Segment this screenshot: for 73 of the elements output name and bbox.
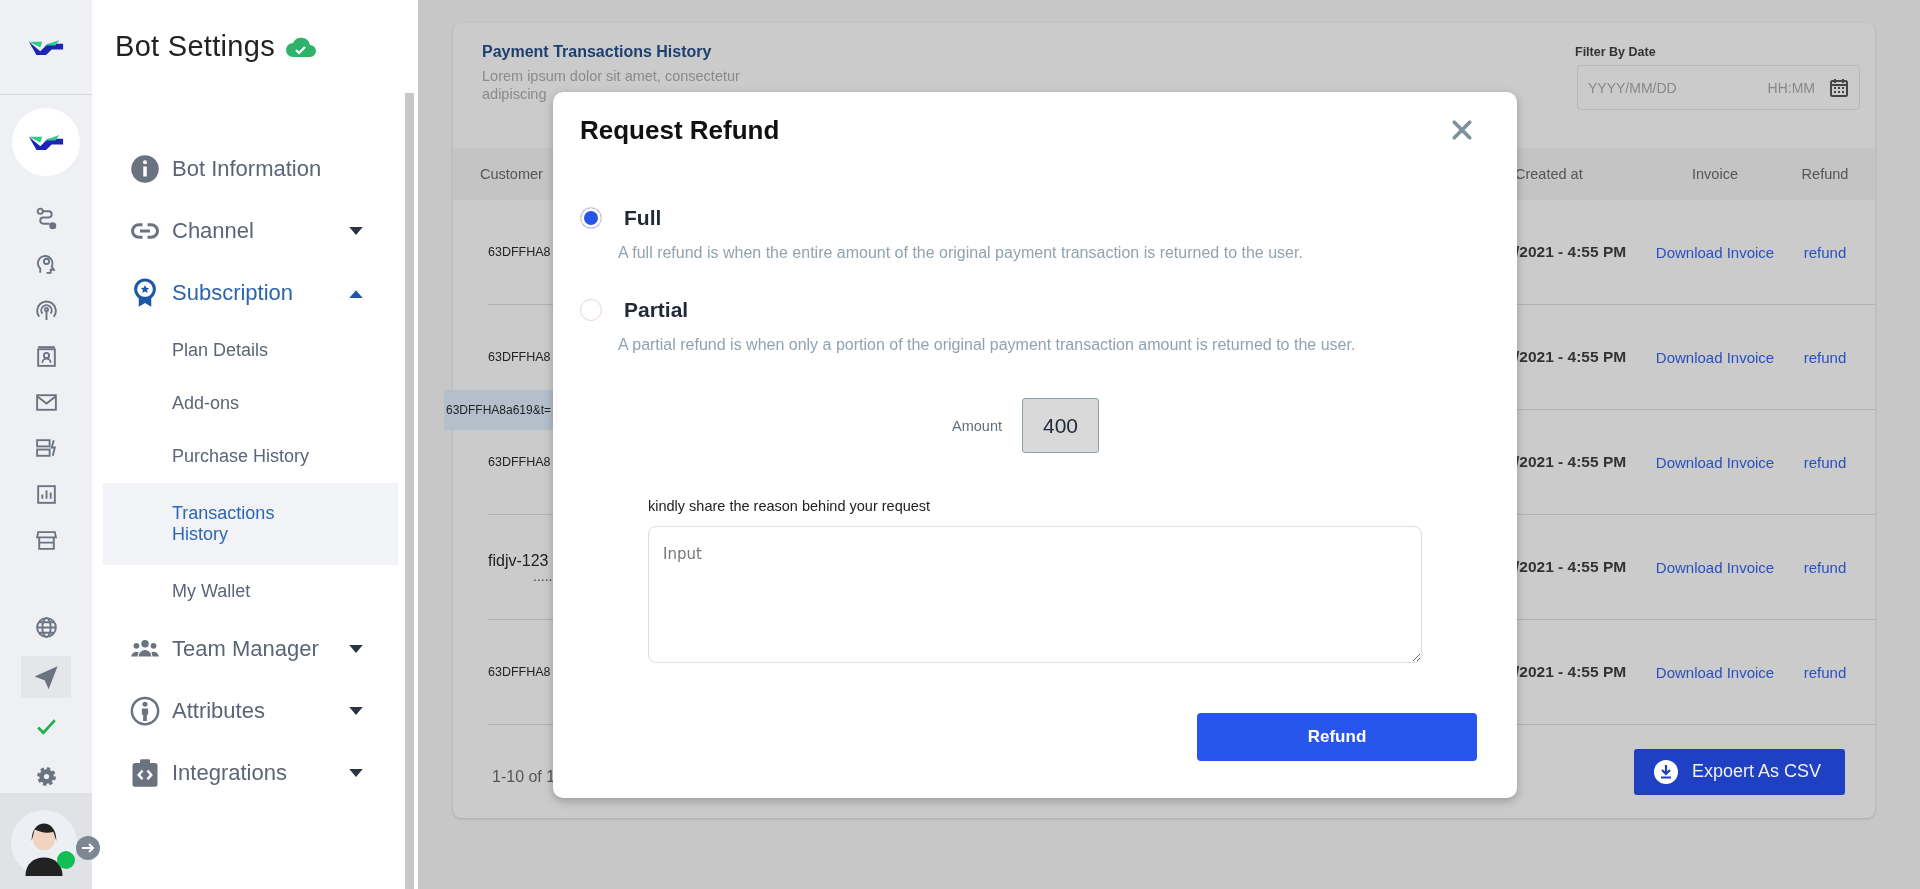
option-label: Full — [624, 206, 662, 230]
radio-button[interactable] — [580, 299, 602, 321]
scrollbar-thumb[interactable] — [405, 93, 414, 889]
reason-field[interactable]: Input — [648, 526, 1422, 663]
download-icon — [1654, 759, 1678, 784]
arrow-button[interactable] — [76, 836, 100, 860]
table-cell: 63DFFHA8 — [488, 455, 551, 469]
person-circle-icon — [130, 696, 160, 726]
time-placeholder: HH:MM — [1767, 79, 1815, 96]
column-header: Customer — [480, 166, 544, 182]
sidebar-subitem[interactable]: Transactions History — [103, 483, 398, 565]
table-cell: fidjv-123 — [488, 552, 549, 570]
refund-link[interactable]: refund — [1790, 243, 1860, 261]
radio-button[interactable] — [580, 207, 602, 229]
export-csv-button[interactable]: Expoert As CSV — [1634, 748, 1845, 795]
user-avatar[interactable] — [11, 810, 77, 876]
sidebar-item[interactable]: Attributes — [103, 680, 398, 742]
download-invoice-link[interactable]: Download Invoice — [1640, 453, 1790, 471]
option-label: Partial — [624, 298, 689, 322]
column-header: Invoice — [1691, 166, 1739, 182]
caret-icon — [349, 644, 363, 654]
table-cell: 63DFFHA8 — [488, 350, 551, 364]
sidebar-subitem[interactable]: Purchase History — [103, 430, 322, 483]
option-description: A full refund is when the entire amount of the original payment transaction is returned to the user. — [618, 244, 1304, 262]
logo-icon — [27, 37, 65, 57]
cloud-check-icon — [285, 35, 317, 58]
sidebar-item[interactable]: Subscription — [103, 262, 398, 324]
code-clipboard-icon — [130, 758, 160, 788]
caret-icon — [349, 768, 363, 778]
sidebar-subitem[interactable]: My Wallet — [103, 565, 322, 618]
column-header: Created at — [1515, 166, 1584, 182]
table-cell: ..... — [533, 570, 553, 582]
dialog-title: Request Refund — [580, 114, 780, 146]
refund-button[interactable]: Refund — [1197, 713, 1477, 761]
table-cell: 63DFFHA8 — [488, 245, 551, 259]
refund-link[interactable]: refund — [1790, 453, 1860, 471]
refund-link[interactable]: refund — [1790, 663, 1860, 681]
sidebar-item[interactable]: Team Manager — [103, 618, 398, 680]
caret-icon — [349, 706, 363, 716]
download-invoice-link[interactable]: Download Invoice — [1640, 663, 1790, 681]
store-icon[interactable] — [33, 528, 59, 553]
refund-link[interactable]: refund — [1790, 348, 1860, 366]
download-invoice-link[interactable]: Download Invoice — [1640, 558, 1790, 576]
refund-link[interactable]: refund — [1790, 558, 1860, 576]
info-icon — [130, 154, 160, 184]
option-description: A partial refund is when only a portion of the original payment transaction amount is returned to the user. — [618, 336, 1357, 354]
sidebar-item[interactable]: Integrations — [103, 742, 398, 804]
amount-label: Amount — [952, 417, 1002, 434]
broadcast-icon[interactable] — [33, 298, 59, 323]
sidebar-item[interactable]: Channel — [103, 200, 398, 262]
sidebar-subitem[interactable]: Add-ons — [103, 377, 322, 430]
close-icon[interactable] — [1451, 119, 1473, 141]
send-icon — [33, 664, 59, 690]
caret-icon — [349, 226, 363, 236]
download-invoice-link[interactable]: Download Invoice — [1640, 348, 1790, 366]
sidebar-subitem[interactable]: Plan Details — [103, 324, 322, 377]
pagination-text: 1-10 of 1 — [492, 767, 556, 786]
reason-label: kindly share the reason behind your request — [648, 498, 932, 514]
filter-label: Filter By Date — [1575, 45, 1657, 59]
download-invoice-link[interactable]: Download Invoice — [1640, 243, 1790, 261]
card-description: Lorem ipsum dolor sit amet, consectetur adipiscing — [482, 67, 741, 103]
caret-icon — [349, 288, 363, 298]
send-button[interactable] — [21, 656, 71, 698]
globe-icon[interactable] — [33, 615, 59, 640]
column-header: Refund — [1800, 166, 1850, 182]
amount-field[interactable]: 400 — [1022, 398, 1099, 453]
sidebar-item[interactable]: Bot Information — [103, 138, 398, 200]
logo-icon — [27, 132, 65, 152]
card-title: Payment Transactions History — [482, 43, 713, 61]
table-cell: 63DFFHA8 — [488, 665, 551, 679]
sidebar-title: Bot Settings — [115, 30, 275, 63]
date-placeholder: YYYY/MM/DD — [1588, 79, 1677, 96]
calendar-icon[interactable] — [1829, 77, 1849, 98]
